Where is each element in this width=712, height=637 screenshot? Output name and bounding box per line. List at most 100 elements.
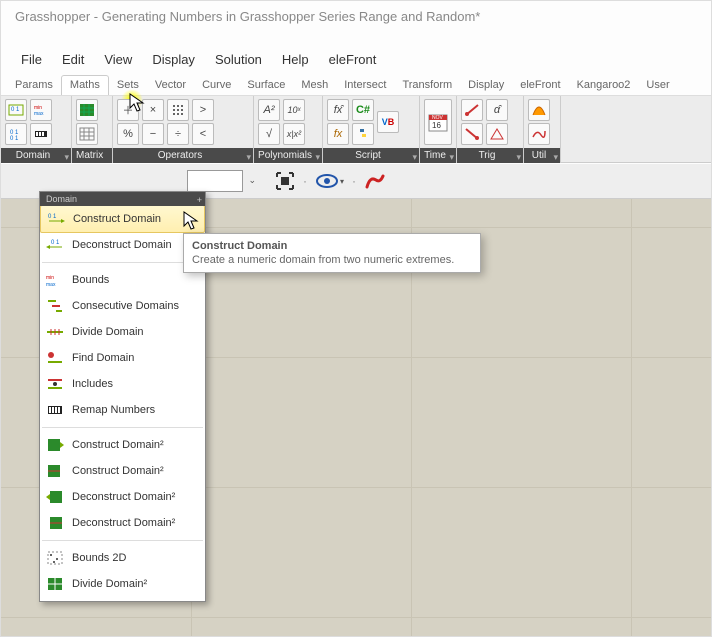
dd-label: Bounds	[72, 274, 109, 286]
dd-deconstruct-domain[interactable]: 0 1 Deconstruct Domain	[40, 232, 205, 258]
dd-label: Remap Numbers	[72, 404, 155, 416]
dd-construct-domain[interactable]: 0 1 Construct Domain	[40, 205, 205, 233]
ribbon-label-operators[interactable]: Operators▾	[113, 148, 253, 163]
construct-domain2-icon	[46, 462, 64, 480]
ribbon-group-polynomials: A²√ 10ˣx|x² Polynomials▾	[254, 96, 323, 162]
matrix-icon[interactable]	[76, 99, 98, 121]
dd-label: Deconstruct Domain	[72, 239, 172, 251]
domain2-component-icon[interactable]: 0 10 1	[5, 123, 27, 145]
mass-add-icon[interactable]	[167, 99, 189, 121]
svg-text:0 1: 0 1	[10, 136, 19, 141]
python-icon[interactable]	[352, 123, 374, 145]
zoom-dropdown[interactable]: ⌄	[187, 170, 243, 192]
cube-icon[interactable]: x|x²	[283, 123, 305, 145]
zoom-extents-icon[interactable]	[275, 171, 295, 191]
square-icon[interactable]: A²	[258, 99, 280, 121]
matrix2-icon[interactable]	[76, 123, 98, 145]
domain-component-icon[interactable]: 0 1	[5, 99, 27, 121]
dropdown-separator	[42, 427, 203, 428]
vb-icon[interactable]: VB	[377, 111, 399, 133]
dd-deconstruct-domain2-a[interactable]: Deconstruct Domain²	[40, 484, 205, 510]
menu-solution[interactable]: Solution	[205, 48, 272, 71]
calendar-icon[interactable]: NOV16	[424, 99, 452, 145]
ribbon-label-util[interactable]: Util▾	[524, 148, 560, 163]
csharp-icon[interactable]: C#	[352, 99, 374, 121]
tooltip: Construct Domain Create a numeric domain…	[183, 233, 481, 273]
tab-intersect[interactable]: Intersect	[336, 76, 394, 95]
bounds-2d-icon	[46, 549, 64, 567]
interpolate-icon[interactable]	[528, 123, 550, 145]
ribbon-group-time: NOV16 Time▾	[420, 96, 457, 162]
division-icon[interactable]: ÷	[167, 123, 189, 145]
tab-user[interactable]: User	[638, 76, 677, 95]
expression-icon[interactable]: fх̂	[327, 99, 349, 121]
consecutive-domains-icon	[46, 297, 64, 315]
ribbon-label-polynomials[interactable]: Polynomials▾	[254, 148, 322, 163]
ribbon-label-trig[interactable]: Trig▾	[457, 148, 523, 163]
angle-icon[interactable]: α̂	[486, 99, 508, 121]
tab-surface[interactable]: Surface	[239, 76, 293, 95]
tab-params[interactable]: Params	[7, 76, 61, 95]
dd-consecutive-domains[interactable]: Consecutive Domains	[40, 293, 205, 319]
menu-file[interactable]: File	[11, 48, 52, 71]
dd-includes[interactable]: Includes	[40, 371, 205, 397]
greater-icon[interactable]: >	[192, 99, 214, 121]
dd-label: Deconstruct Domain²	[72, 517, 175, 529]
dd-label: Divide Domain²	[72, 578, 147, 590]
remap-icon[interactable]	[30, 123, 52, 145]
dd-construct-domain2-b[interactable]: Construct Domain²	[40, 458, 205, 484]
tab-curve[interactable]: Curve	[194, 76, 239, 95]
menu-edit[interactable]: Edit	[52, 48, 94, 71]
dd-divide-domain[interactable]: Divide Domain	[40, 319, 205, 345]
menu-help[interactable]: Help	[272, 48, 319, 71]
tab-display[interactable]: Display	[460, 76, 512, 95]
ribbon-label-script[interactable]: Script▾	[323, 148, 419, 163]
dd-bounds-2d[interactable]: Bounds 2D	[40, 545, 205, 571]
divide-domain-icon	[46, 323, 64, 341]
ribbon-label-matrix[interactable]: Matrix	[72, 148, 112, 163]
dd-construct-domain2-a[interactable]: Construct Domain²	[40, 432, 205, 458]
sketch-icon[interactable]	[364, 172, 386, 190]
sqrt-icon[interactable]: √	[258, 123, 280, 145]
dd-bounds[interactable]: minmax Bounds	[40, 267, 205, 293]
svg-text:min: min	[46, 275, 54, 281]
bounds-icon[interactable]: minmax	[30, 99, 52, 121]
evaluate-icon[interactable]: fх	[327, 123, 349, 145]
component-tabbar: Params Maths Sets Vector Curve Surface M…	[1, 73, 711, 96]
ribbon-label-time[interactable]: Time▾	[420, 148, 456, 163]
menu-elefront[interactable]: eleFront	[319, 48, 387, 71]
tab-transform[interactable]: Transform	[394, 76, 460, 95]
dd-remap-numbers[interactable]: Remap Numbers	[40, 397, 205, 423]
tab-vector[interactable]: Vector	[147, 76, 194, 95]
svg-text:0 1: 0 1	[51, 240, 60, 246]
tab-elefront[interactable]: eleFront	[512, 76, 568, 95]
menu-display[interactable]: Display	[142, 48, 205, 71]
triangle-icon[interactable]	[486, 123, 508, 145]
average-icon[interactable]	[528, 99, 550, 121]
tab-maths[interactable]: Maths	[61, 75, 109, 96]
radians-icon[interactable]	[461, 99, 483, 121]
add-icon[interactable]: ＋	[117, 99, 139, 121]
tab-sets[interactable]: Sets	[109, 76, 147, 95]
dd-find-domain[interactable]: Find Domain	[40, 345, 205, 371]
tab-kangaroo2[interactable]: Kangaroo2	[569, 76, 639, 95]
tab-mesh[interactable]: Mesh	[293, 76, 336, 95]
dd-label: Find Domain	[72, 352, 134, 364]
multiply-icon[interactable]: ×	[142, 99, 164, 121]
bounds-icon: minmax	[46, 271, 64, 289]
dd-deconstruct-domain2-b[interactable]: Deconstruct Domain²	[40, 510, 205, 536]
less-icon[interactable]: <	[192, 123, 214, 145]
modulus-icon[interactable]: %	[117, 123, 139, 145]
deconstruct-domain2-icon	[46, 488, 64, 506]
ribbon-label-domain[interactable]: Domain▾	[1, 148, 71, 163]
menu-view[interactable]: View	[94, 48, 142, 71]
degrees-icon[interactable]	[461, 123, 483, 145]
menu-bar: File Edit View Display Solution Help ele…	[1, 41, 711, 73]
ribbon-group-trig: α̂ Trig▾	[457, 96, 524, 162]
dd-label: Construct Domain	[73, 213, 161, 225]
subtract-icon[interactable]: −	[142, 123, 164, 145]
power10-icon[interactable]: 10ˣ	[283, 99, 305, 121]
dd-divide-domain2[interactable]: Divide Domain²	[40, 571, 205, 597]
dd-label: Divide Domain	[72, 326, 144, 338]
preview-eye-icon[interactable]: ▾	[315, 172, 344, 190]
